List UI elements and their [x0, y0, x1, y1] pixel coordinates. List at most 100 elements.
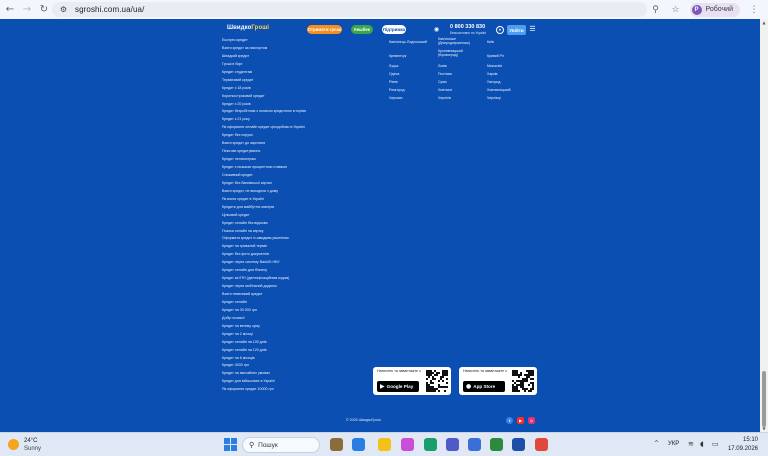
loan-link[interactable]: Споживчий кредит — [222, 172, 382, 180]
cashback-button[interactable]: Кешбек — [351, 25, 373, 34]
login-button[interactable]: Увійти — [507, 25, 526, 35]
loan-link[interactable]: Швидкий кредит — [222, 53, 382, 61]
taskbar-app-excel-icon[interactable] — [490, 438, 503, 451]
taskbar-app-explorer-icon[interactable] — [378, 438, 391, 451]
loan-link[interactable]: Кредит на звичайних умовах — [222, 370, 382, 378]
support-button[interactable]: Підтримка — [382, 25, 406, 34]
loan-link[interactable]: Пільгове кредитування — [222, 148, 382, 156]
google-play-badge[interactable]: Натисніть та завантажте з ▶ Google Play — [373, 367, 451, 395]
tray-overflow-chevron-icon[interactable]: ^ — [654, 440, 659, 447]
loan-link[interactable]: Взяти кредит, не виходячи з дому — [222, 188, 382, 196]
telegram-icon[interactable]: ➤ — [496, 26, 504, 34]
loan-link[interactable]: Кредити для майбутніх матерів — [222, 204, 382, 212]
city-link[interactable]: Суми — [438, 80, 447, 84]
taskbar-app-store-icon[interactable] — [468, 438, 481, 451]
loan-link[interactable]: Кредит на велику суму — [222, 323, 382, 331]
city-link[interactable]: Хмельницький — [487, 88, 511, 92]
menu-dots-icon[interactable]: ⋮ — [748, 5, 760, 15]
scroll-up-icon[interactable]: ▲ — [761, 20, 767, 25]
city-link[interactable]: Чернівці — [487, 96, 501, 100]
loan-link[interactable]: Кредит на 6 місяців — [222, 355, 382, 363]
city-link[interactable]: Хмельне — [438, 88, 452, 92]
loan-link[interactable]: Кредит для військових в Україні — [222, 378, 382, 386]
site-logo[interactable]: ШвидкоГроші — [227, 25, 269, 31]
loan-link[interactable]: Кредит 3000 грн — [222, 362, 382, 370]
accessibility-eye-icon[interactable]: ◉ — [433, 26, 440, 33]
app-store-button[interactable]: ● App Store — [463, 381, 505, 392]
phone-number[interactable]: 0 800 330 830 — [450, 24, 485, 30]
volume-icon[interactable]: ◖ — [700, 440, 704, 448]
loan-link[interactable]: Взяти кредит до зарплати — [222, 140, 382, 148]
get-money-button[interactable]: Отримати гроші — [307, 25, 342, 34]
city-link[interactable]: Рівне — [389, 80, 398, 84]
loan-link[interactable]: Кредит онлайн на 100 днів — [222, 339, 382, 347]
clock-date[interactable]: 17.09.2026 — [726, 446, 758, 452]
loan-link[interactable]: Позики онлайн на картку — [222, 228, 382, 236]
page-scrollbar[interactable]: ▲ ▼ — [760, 19, 768, 432]
input-language[interactable]: УКР — [668, 441, 679, 447]
taskbar-app-word-icon[interactable] — [512, 438, 525, 451]
loan-link[interactable]: Добір позикої — [222, 315, 382, 323]
loan-link[interactable]: Кредит через мобільний додаток — [222, 283, 382, 291]
taskbar-search[interactable]: ⚲ Пошук — [242, 437, 320, 453]
city-link[interactable]: Полтава — [438, 72, 452, 76]
sun-icon[interactable] — [8, 439, 19, 450]
loan-link[interactable]: Як оформити кредит 10000 грн — [222, 386, 382, 394]
loan-link[interactable]: Як оформити онлайн кредит цілодобово в У… — [222, 124, 382, 132]
wifi-icon[interactable]: ≋ — [688, 440, 694, 448]
app-store-badge[interactable]: Натисніть та завантажте з ● App Store — [459, 367, 537, 395]
loan-link[interactable]: Кредит з низькою процентною ставкою — [222, 164, 382, 172]
loan-link[interactable]: Кредит на 2 місяці — [222, 331, 382, 339]
loan-link[interactable]: Кредит без поруки — [222, 132, 382, 140]
loan-link[interactable]: Як взяти кредит в Україні — [222, 196, 382, 204]
weather-temperature[interactable]: 24°C — [24, 438, 37, 444]
loan-link[interactable]: Взяти невеликий кредит — [222, 291, 382, 299]
youtube-icon[interactable]: ▶ — [517, 417, 524, 424]
taskbar-app-files-icon[interactable] — [330, 438, 343, 451]
loan-link[interactable]: Оформити кредит із швидким рішенням — [222, 235, 382, 243]
weather-description[interactable]: Sunny — [24, 446, 41, 452]
taskbar-app-edge-icon[interactable] — [424, 438, 437, 451]
loan-link[interactable]: Короткостроковий кредит — [222, 93, 382, 101]
zoom-icon[interactable]: ⚲ — [650, 5, 662, 15]
loan-link[interactable]: Експрес кредит — [222, 37, 382, 45]
loan-link[interactable]: Гроші в борг — [222, 61, 382, 69]
city-link[interactable]: Київ — [487, 40, 494, 44]
scrollbar-thumb[interactable] — [762, 371, 766, 427]
loan-link[interactable]: Кредит з 20 років — [222, 101, 382, 109]
city-link[interactable]: Харків — [487, 72, 497, 76]
taskbar-app-copilot-icon[interactable] — [401, 438, 414, 451]
loan-link[interactable]: Терміновий кредит — [222, 77, 382, 85]
address-bar[interactable]: ⚙ sgroshi.com.ua/ua/ — [52, 2, 647, 17]
loan-link[interactable]: Кредит онлайн для бізнесу — [222, 267, 382, 275]
loan-link[interactable]: Кредит студентам — [222, 69, 382, 77]
city-link[interactable]: Луцьк — [389, 64, 398, 68]
loan-link[interactable]: Кредит з 18 років — [222, 85, 382, 93]
bookmark-star-icon[interactable]: ☆ — [670, 5, 682, 15]
city-link[interactable]: Кропивницький (Кіровоград) — [438, 49, 482, 57]
loan-link[interactable]: Кредит за ІПН (ідентифікаційним кодом) — [222, 275, 382, 283]
city-link[interactable]: Миколаїв — [487, 64, 502, 68]
google-play-button[interactable]: ▶ Google Play — [377, 381, 419, 392]
facebook-icon[interactable]: f — [506, 417, 513, 424]
city-link[interactable]: Одеса — [389, 72, 399, 76]
scroll-down-icon[interactable]: ▼ — [761, 426, 767, 431]
city-link[interactable]: Черкаси — [389, 96, 403, 100]
loan-link[interactable]: Кредит без банківської картки — [222, 180, 382, 188]
loan-link[interactable]: Кредит на тривалий термін — [222, 243, 382, 251]
taskbar-app-mail-icon[interactable] — [352, 438, 365, 451]
city-link[interactable]: Ужгород — [487, 80, 500, 84]
profile-button[interactable]: Р Робочий — [689, 2, 740, 17]
forward-arrow-icon[interactable]: → — [20, 3, 34, 17]
burger-menu-icon[interactable]: ☰ — [529, 25, 536, 34]
back-arrow-icon[interactable]: ← — [3, 3, 17, 17]
instagram-icon[interactable]: ◎ — [528, 417, 535, 424]
battery-icon[interactable]: ▭ — [712, 440, 719, 448]
loan-link[interactable]: Кредит з 21 року — [222, 116, 382, 124]
city-link[interactable]: Кременчук — [389, 54, 406, 58]
loan-link[interactable]: Взяти кредит за паспортом — [222, 45, 382, 53]
clock-time[interactable]: 15:10 — [726, 437, 758, 443]
loan-link[interactable]: Кредит пенсіонерам — [222, 156, 382, 164]
loan-link[interactable]: Кредит онлайн без відмови — [222, 220, 382, 228]
loan-link[interactable]: Кредит без фото документів — [222, 251, 382, 259]
